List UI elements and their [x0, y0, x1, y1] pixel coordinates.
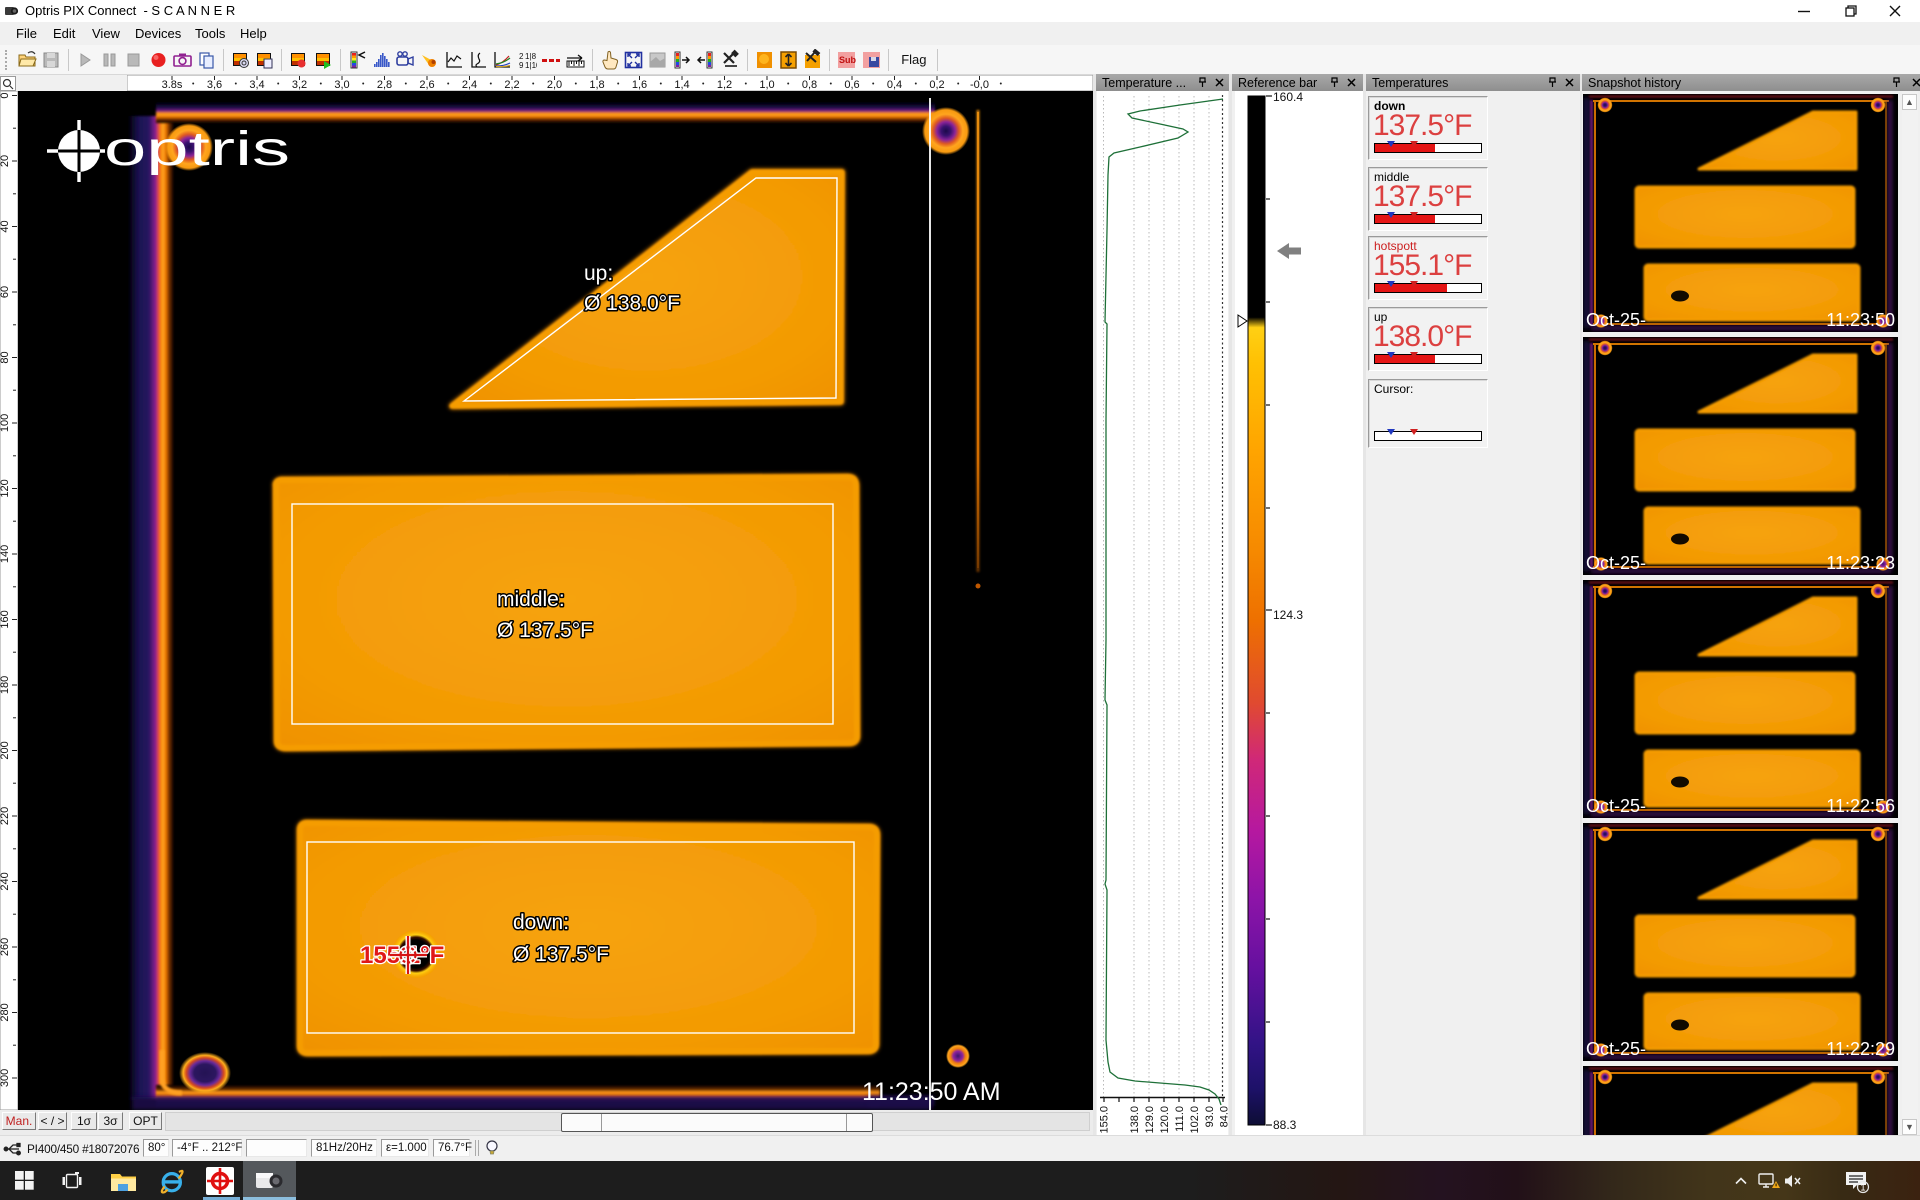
- svg-text:1: 1: [1860, 1183, 1865, 1193]
- svg-text:138.0: 138.0: [1129, 1106, 1141, 1134]
- svg-text:up:: up:: [584, 262, 613, 285]
- svg-text:Ø 137.5°F: Ø 137.5°F: [497, 619, 593, 642]
- svg-text:155.0: 155.0: [1099, 1106, 1111, 1134]
- svg-text:240: 240: [0, 872, 11, 890]
- svg-text:1,0: 1,0: [759, 79, 774, 91]
- svg-text:optris: optris: [104, 123, 290, 176]
- svg-text:11:23:50: 11:23:50: [1826, 310, 1895, 330]
- svg-text:2,4: 2,4: [462, 79, 477, 91]
- svg-text:260: 260: [0, 938, 11, 956]
- svg-text:Sub: Sub: [839, 55, 857, 65]
- svg-text:84.0: 84.0: [1219, 1106, 1229, 1127]
- svg-text:111.0: 111.0: [1174, 1106, 1186, 1132]
- svg-text:2,6: 2,6: [419, 79, 434, 91]
- svg-text:9 1|10: 9 1|10: [519, 61, 537, 70]
- svg-text:2,2: 2,2: [504, 79, 519, 91]
- svg-text:3,2: 3,2: [292, 79, 307, 91]
- svg-text:102.0: 102.0: [1189, 1106, 1201, 1134]
- svg-text:Ø 138.0°F: Ø 138.0°F: [584, 292, 680, 315]
- svg-text:20: 20: [0, 155, 11, 167]
- svg-text:11:22:29: 11:22:29: [1826, 1039, 1895, 1059]
- svg-text:0: 0: [0, 92, 11, 98]
- svg-text:3.8s: 3.8s: [162, 79, 183, 91]
- svg-text:3,4: 3,4: [249, 79, 264, 91]
- svg-text:1,8: 1,8: [589, 79, 604, 91]
- svg-text:120.0: 120.0: [1159, 1106, 1171, 1134]
- svg-text:40: 40: [0, 220, 11, 232]
- svg-text:120: 120: [0, 479, 11, 497]
- svg-text:280: 280: [0, 1003, 11, 1021]
- svg-text:3,0: 3,0: [334, 79, 349, 91]
- svg-text:Oct-25-: Oct-25-: [1586, 1039, 1646, 1059]
- svg-text:60: 60: [0, 286, 11, 298]
- svg-text:Ø 137.5°F: Ø 137.5°F: [513, 943, 609, 966]
- svg-text:300: 300: [0, 1069, 11, 1087]
- svg-text:220: 220: [0, 807, 11, 825]
- svg-text:Oct-25-: Oct-25-: [1586, 796, 1646, 816]
- svg-text:11:23:50 AM: 11:23:50 AM: [862, 1078, 1001, 1106]
- svg-text:200: 200: [0, 741, 11, 759]
- svg-text:1,4: 1,4: [674, 79, 689, 91]
- svg-text:124.3: 124.3: [1273, 608, 1303, 622]
- svg-text:2,8: 2,8: [377, 79, 392, 91]
- svg-text:0,2: 0,2: [929, 79, 944, 91]
- svg-text:11:22:56: 11:22:56: [1826, 796, 1895, 816]
- svg-text:88.3: 88.3: [1273, 1118, 1297, 1132]
- svg-text:2 1|8: 2 1|8: [519, 52, 537, 61]
- svg-text:middle:: middle:: [497, 588, 565, 611]
- svg-text:11:23:23: 11:23:23: [1826, 553, 1895, 573]
- svg-text:140: 140: [0, 545, 11, 563]
- svg-text:Oct-25-: Oct-25-: [1586, 553, 1646, 573]
- svg-text:100: 100: [0, 414, 11, 432]
- svg-text:1,6: 1,6: [632, 79, 647, 91]
- svg-text:180: 180: [0, 676, 11, 694]
- svg-text:0,4: 0,4: [887, 79, 902, 91]
- svg-text:down:: down:: [513, 911, 569, 934]
- svg-text:80: 80: [0, 351, 11, 363]
- svg-text:129.0: 129.0: [1144, 1106, 1156, 1134]
- svg-text:2,0: 2,0: [547, 79, 562, 91]
- svg-text:93.0: 93.0: [1204, 1106, 1216, 1127]
- svg-text:3,6: 3,6: [207, 79, 222, 91]
- svg-text:0,6: 0,6: [844, 79, 859, 91]
- svg-text:160: 160: [0, 610, 11, 628]
- svg-text:0,8: 0,8: [802, 79, 817, 91]
- svg-text:-0,0: -0,0: [970, 79, 989, 91]
- svg-text:160.4: 160.4: [1273, 91, 1303, 104]
- svg-text:Oct-25-: Oct-25-: [1586, 310, 1646, 330]
- svg-text:1,2: 1,2: [717, 79, 732, 91]
